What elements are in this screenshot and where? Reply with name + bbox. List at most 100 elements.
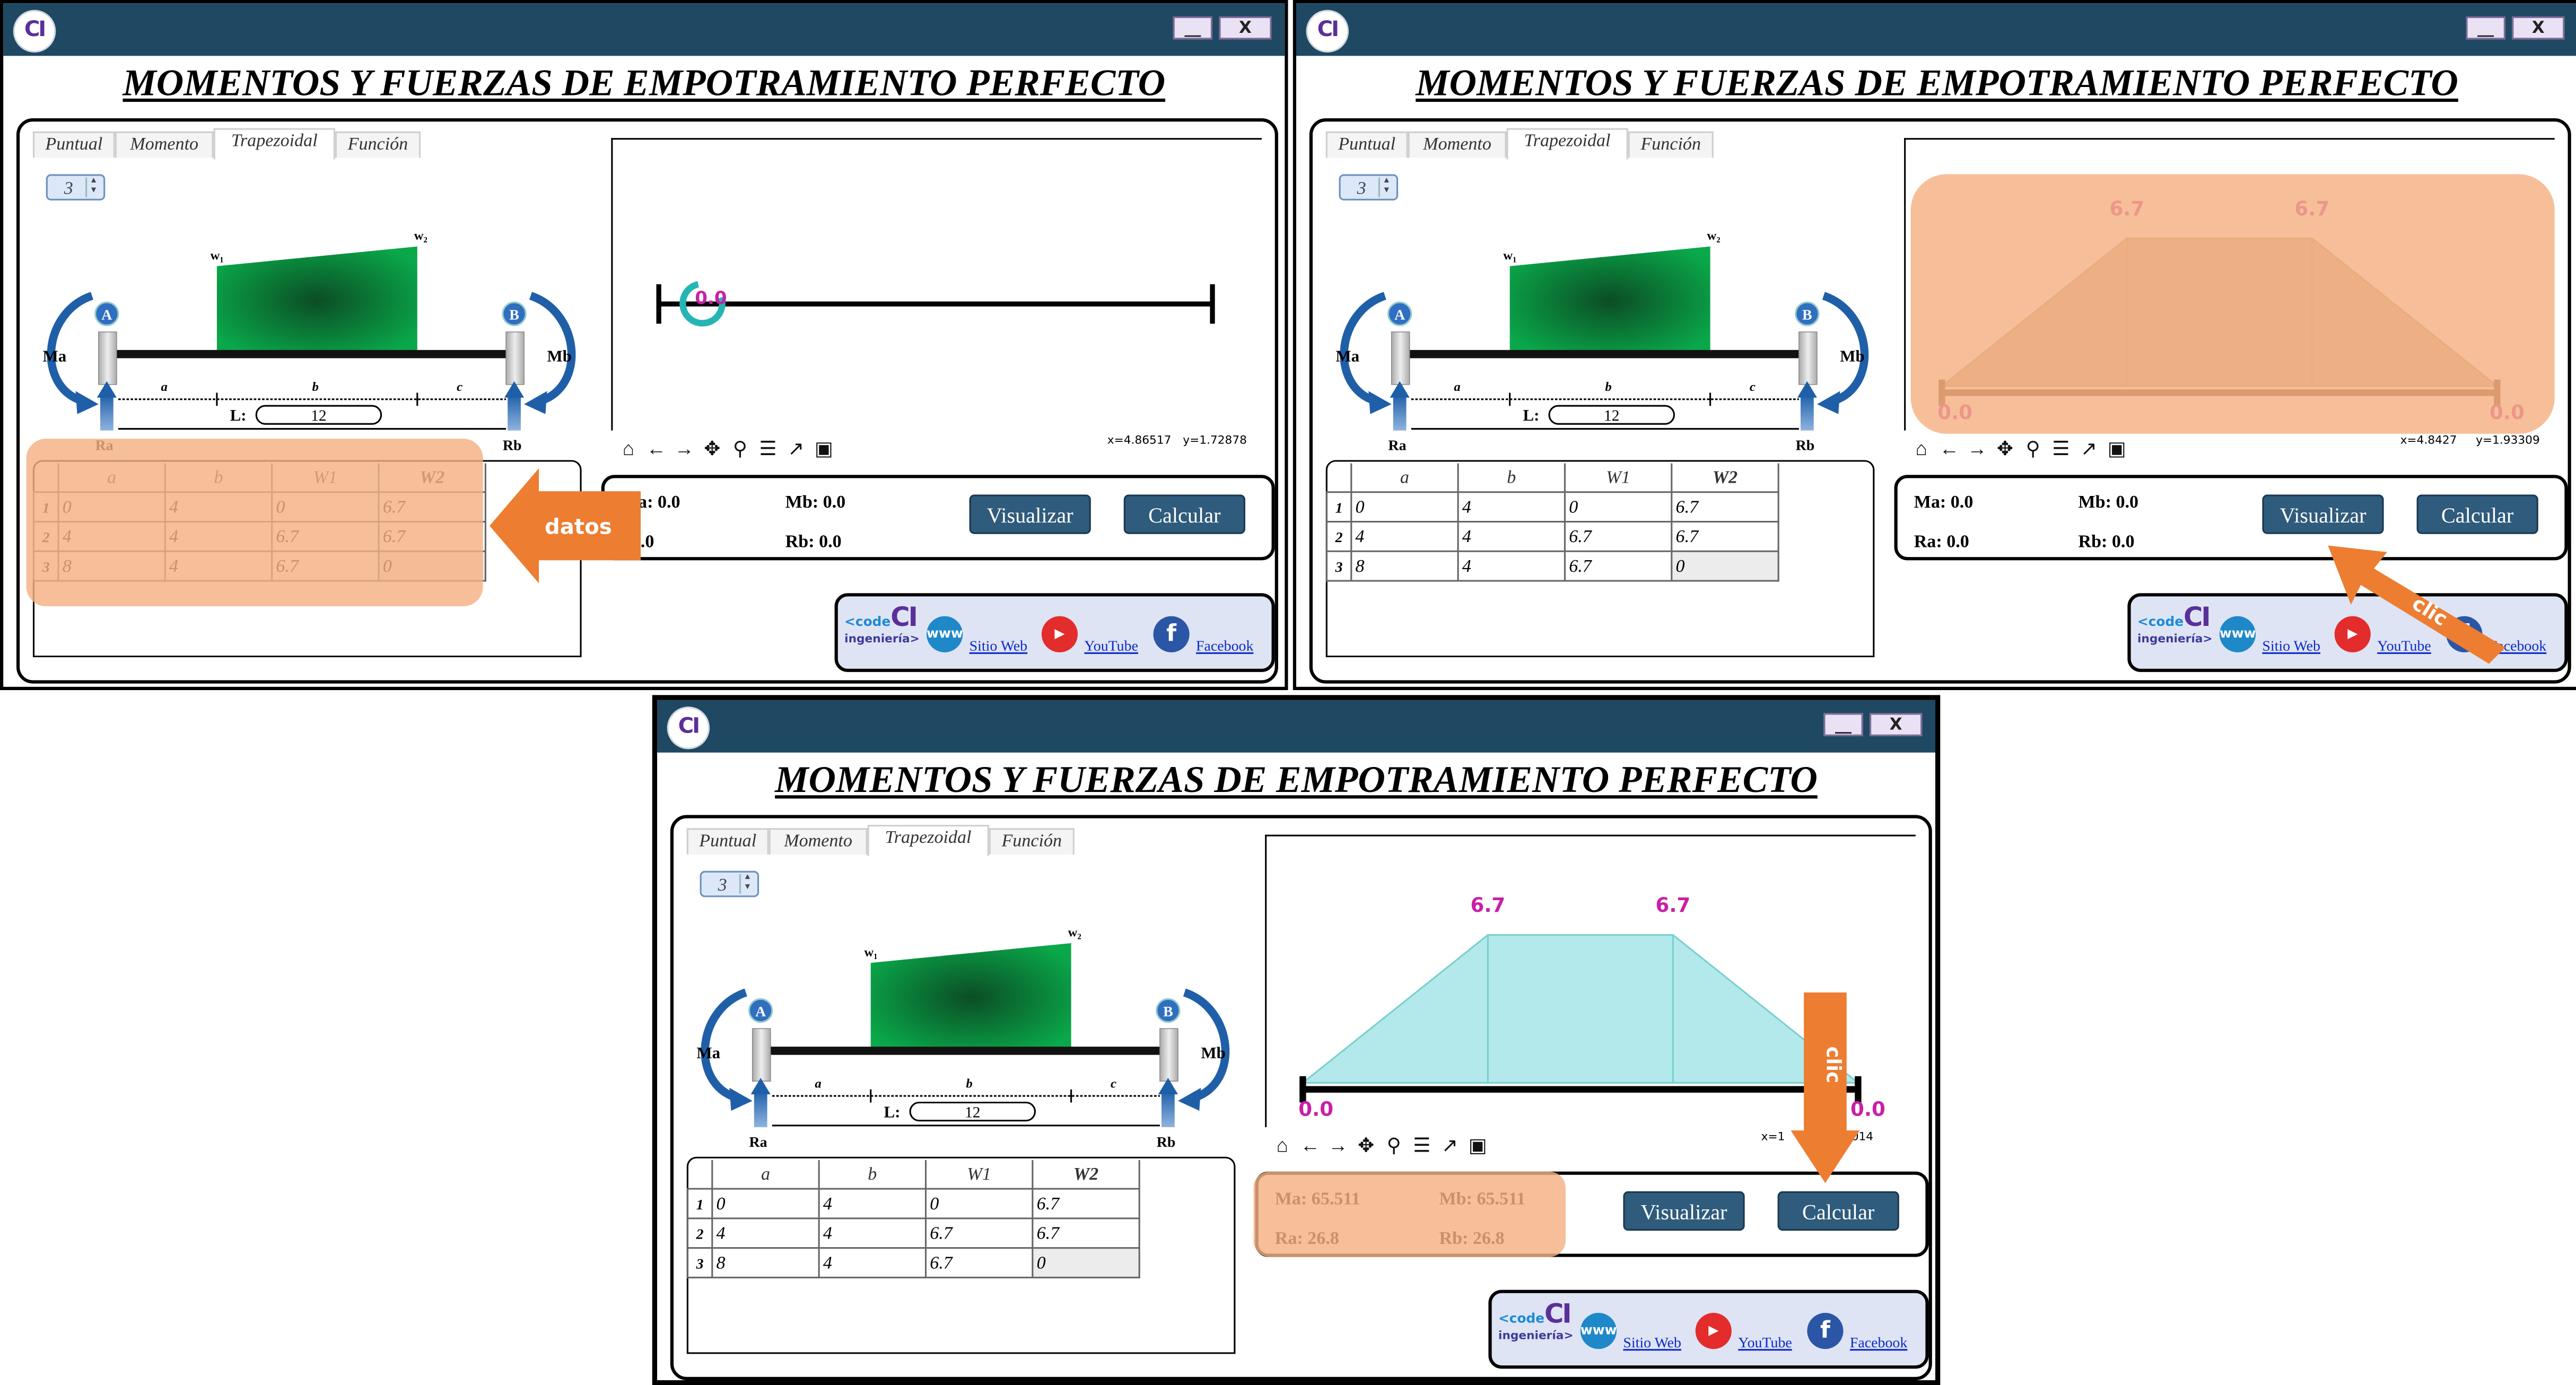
reaction-b-arrow-icon bbox=[1162, 1091, 1175, 1127]
youtube-icon[interactable]: ▶ bbox=[1695, 1312, 1732, 1349]
facebook-link[interactable]: Facebook bbox=[1196, 638, 1253, 654]
lines-icon[interactable]: ↗ bbox=[2075, 437, 2103, 461]
cell-b[interactable]: 4 bbox=[818, 1217, 927, 1249]
cell-w1[interactable]: 6.7 bbox=[924, 1217, 1034, 1249]
tab-puntual[interactable]: Puntual bbox=[1325, 131, 1408, 158]
cell-w2[interactable]: 6.7 bbox=[1671, 491, 1779, 523]
cell-a[interactable]: 8 bbox=[1350, 550, 1459, 582]
load-plot: 0.0 bbox=[656, 281, 1215, 327]
zoom-icon[interactable]: ⚲ bbox=[726, 437, 754, 461]
save-icon[interactable]: ▣ bbox=[1464, 1134, 1492, 1158]
pan-icon[interactable]: ✥ bbox=[698, 437, 726, 461]
home-icon[interactable]: ⌂ bbox=[1268, 1134, 1296, 1158]
cell-w2[interactable]: 6.7 bbox=[1032, 1217, 1140, 1249]
configure-icon[interactable]: ☰ bbox=[1408, 1134, 1436, 1158]
calcular-button[interactable]: Calcular bbox=[2416, 494, 2538, 534]
sitio-web-link[interactable]: Sitio Web bbox=[970, 638, 1028, 654]
configure-icon[interactable]: ☰ bbox=[754, 437, 782, 461]
visualizar-button[interactable]: Visualizar bbox=[2262, 494, 2384, 534]
plot-label-top-left: 6.7 bbox=[1470, 893, 1505, 917]
loads-count-spinner[interactable]: 3 ▲ ▼ bbox=[1339, 174, 1399, 201]
calcular-button[interactable]: Calcular bbox=[1123, 494, 1245, 534]
cell-w2[interactable]: 0 bbox=[1671, 550, 1779, 582]
close-button[interactable]: X bbox=[1870, 713, 1923, 736]
save-icon[interactable]: ▣ bbox=[2103, 437, 2131, 461]
cell-w2[interactable]: 6.7 bbox=[1032, 1188, 1140, 1220]
forward-icon[interactable]: → bbox=[1963, 437, 1992, 461]
configure-icon[interactable]: ☰ bbox=[2047, 437, 2075, 461]
visualizar-button[interactable]: Visualizar bbox=[969, 494, 1091, 534]
home-icon[interactable]: ⌂ bbox=[615, 437, 643, 461]
minimize-button[interactable]: __ bbox=[2466, 16, 2505, 40]
cell-a[interactable]: 4 bbox=[1350, 520, 1459, 552]
cell-b[interactable]: 4 bbox=[1457, 520, 1566, 552]
visualizar-button[interactable]: Visualizar bbox=[1623, 1191, 1745, 1231]
home-icon[interactable]: ⌂ bbox=[1907, 437, 1935, 461]
forward-icon[interactable]: → bbox=[670, 437, 698, 461]
youtube-link[interactable]: YouTube bbox=[1084, 638, 1138, 654]
tab-puntual[interactable]: Puntual bbox=[32, 131, 115, 158]
cell-w2[interactable]: 0 bbox=[1032, 1247, 1140, 1278]
cell-w1[interactable]: 6.7 bbox=[1564, 520, 1673, 552]
pan-icon[interactable]: ✥ bbox=[1352, 1134, 1380, 1158]
sitio-web-link[interactable]: Sitio Web bbox=[1623, 1334, 1681, 1351]
cell-b[interactable]: 4 bbox=[818, 1247, 927, 1278]
minimize-button[interactable]: __ bbox=[1823, 713, 1863, 736]
close-button[interactable]: X bbox=[1219, 16, 1272, 40]
tab-trapezoidal[interactable]: Trapezoidal bbox=[1506, 128, 1628, 160]
tab-momento[interactable]: Momento bbox=[115, 131, 214, 158]
l-label: L: bbox=[1523, 406, 1539, 424]
tab-trapezoidal[interactable]: Trapezoidal bbox=[213, 128, 335, 160]
pan-icon[interactable]: ✥ bbox=[1991, 437, 2019, 461]
facebook-icon[interactable]: f bbox=[1807, 1312, 1844, 1349]
cell-w1[interactable]: 6.7 bbox=[924, 1247, 1034, 1278]
back-icon[interactable]: ← bbox=[1296, 1134, 1324, 1158]
tab-momento[interactable]: Momento bbox=[1408, 131, 1507, 158]
save-icon[interactable]: ▣ bbox=[810, 437, 838, 461]
loads-count-spinner[interactable]: 3 ▲ ▼ bbox=[46, 174, 106, 201]
tab-puntual[interactable]: Puntual bbox=[686, 828, 769, 855]
back-icon[interactable]: ← bbox=[1935, 437, 1963, 461]
tab-trapezoidal[interactable]: Trapezoidal bbox=[867, 824, 989, 856]
cell-a[interactable]: 0 bbox=[711, 1188, 820, 1220]
www-icon[interactable]: www bbox=[1580, 1312, 1617, 1349]
calcular-button[interactable]: Calcular bbox=[1777, 1191, 1899, 1231]
plot-area[interactable]: 0.0 bbox=[611, 138, 1262, 431]
cell-a[interactable]: 4 bbox=[711, 1217, 820, 1249]
cell-b[interactable]: 4 bbox=[818, 1188, 927, 1220]
spinner-arrows-icon[interactable]: ▲ ▼ bbox=[739, 874, 754, 894]
spinner-arrows-icon[interactable]: ▲ ▼ bbox=[85, 177, 100, 197]
back-icon[interactable]: ← bbox=[642, 437, 670, 461]
zoom-icon[interactable]: ⚲ bbox=[1380, 1134, 1408, 1158]
www-icon[interactable]: www bbox=[927, 616, 963, 652]
cell-a[interactable]: 0 bbox=[1350, 491, 1459, 523]
cell-b[interactable]: 4 bbox=[1457, 491, 1566, 523]
col-header-b: b bbox=[1457, 463, 1566, 493]
minimize-button[interactable]: __ bbox=[1173, 16, 1213, 40]
youtube-icon[interactable]: ▶ bbox=[1041, 616, 1078, 652]
tab-momento[interactable]: Momento bbox=[769, 828, 868, 855]
sitio-web-link[interactable]: Sitio Web bbox=[2262, 638, 2320, 654]
tab-funcion[interactable]: Función bbox=[335, 131, 421, 158]
spinner-arrows-icon[interactable]: ▲ ▼ bbox=[1378, 177, 1393, 197]
lines-icon[interactable]: ↗ bbox=[782, 437, 810, 461]
facebook-link[interactable]: Facebook bbox=[1850, 1334, 1907, 1351]
cell-w1[interactable]: 6.7 bbox=[1564, 550, 1673, 582]
zoom-icon[interactable]: ⚲ bbox=[2019, 437, 2047, 461]
www-icon[interactable]: www bbox=[2219, 616, 2256, 652]
cell-w1[interactable]: 0 bbox=[1564, 491, 1673, 523]
youtube-link[interactable]: YouTube bbox=[1738, 1334, 1792, 1351]
forward-icon[interactable]: → bbox=[1324, 1134, 1352, 1158]
cell-w1[interactable]: 0 bbox=[924, 1188, 1034, 1220]
facebook-icon[interactable]: f bbox=[1153, 616, 1190, 652]
loads-count-spinner[interactable]: 3 ▲ ▼ bbox=[700, 870, 759, 898]
tab-funcion[interactable]: Función bbox=[989, 828, 1075, 855]
tab-funcion[interactable]: Función bbox=[1628, 131, 1714, 158]
mb-label: Mb bbox=[1201, 1043, 1225, 1062]
close-button[interactable]: X bbox=[2512, 16, 2565, 40]
cell-a[interactable]: 8 bbox=[711, 1247, 820, 1278]
lines-icon[interactable]: ↗ bbox=[1436, 1134, 1464, 1158]
cell-b[interactable]: 4 bbox=[1457, 550, 1566, 582]
cell-w2[interactable]: 6.7 bbox=[1671, 520, 1779, 552]
plot-toolbar: ⌂ ← → ✥ ⚲ ☰ ↗ ▣ bbox=[1907, 437, 2130, 460]
